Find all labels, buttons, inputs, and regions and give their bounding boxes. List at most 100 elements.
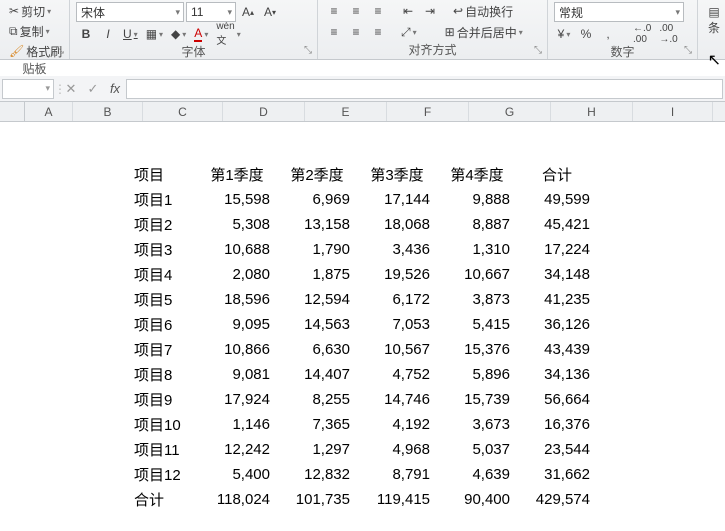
copy-button[interactable]: ⧉ 复制 ▾ — [6, 22, 66, 40]
align-top-button[interactable]: ≡ — [324, 2, 344, 20]
data-cell[interactable]: 1,875 — [280, 262, 360, 287]
column-header[interactable]: G — [469, 102, 551, 121]
font-name-select[interactable]: 宋体 — [76, 2, 184, 22]
data-cell[interactable]: 41,235 — [520, 287, 600, 312]
row-label-cell[interactable]: 项目4 — [130, 262, 200, 287]
wrap-text-button[interactable]: ↩自动换行 — [450, 2, 516, 20]
data-cell[interactable]: 45,421 — [520, 212, 600, 237]
row-label-cell[interactable]: 项目9 — [130, 387, 200, 412]
align-middle-button[interactable]: ≡ — [346, 2, 366, 20]
data-cell[interactable]: 3,436 — [360, 237, 440, 262]
data-cell[interactable]: 23,544 — [520, 437, 600, 462]
row-label-cell[interactable]: 项目6 — [130, 312, 200, 337]
increase-indent-button[interactable]: ⇥ — [420, 2, 440, 20]
column-header[interactable]: E — [305, 102, 387, 121]
data-cell[interactable]: 17,924 — [200, 387, 280, 412]
worksheet-grid[interactable]: 项目第1季度第2季度第3季度第4季度合计项目115,5986,96917,144… — [0, 122, 725, 531]
decrease-font-button[interactable]: A▾ — [260, 3, 280, 21]
currency-button[interactable]: ¥▾ — [554, 25, 574, 43]
row-label-cell[interactable]: 项目2 — [130, 212, 200, 237]
row-label-cell[interactable]: 项目5 — [130, 287, 200, 312]
data-cell[interactable]: 3,873 — [440, 287, 520, 312]
phonetic-button[interactable]: wén文▾ — [213, 25, 243, 43]
data-cell[interactable]: 10,688 — [200, 237, 280, 262]
data-cell[interactable]: 118,024 — [200, 487, 280, 512]
row-label-cell[interactable]: 项目1 — [130, 187, 200, 212]
row-label-cell[interactable]: 项目3 — [130, 237, 200, 262]
data-cell[interactable]: 16,376 — [520, 412, 600, 437]
data-cell[interactable]: 429,574 — [520, 487, 600, 512]
dialog-launcher-icon[interactable]: ⤡ — [54, 44, 66, 56]
data-cell[interactable]: 31,662 — [520, 462, 600, 487]
underline-button[interactable]: U▾ — [120, 25, 141, 43]
data-cell[interactable]: 17,144 — [360, 187, 440, 212]
data-cell[interactable]: 12,832 — [280, 462, 360, 487]
comma-button[interactable]: , — [598, 25, 618, 43]
row-label-cell[interactable]: 项目10 — [130, 412, 200, 437]
data-cell[interactable]: 5,400 — [200, 462, 280, 487]
data-cell[interactable]: 1,310 — [440, 237, 520, 262]
data-cell[interactable]: 15,739 — [440, 387, 520, 412]
data-cell[interactable]: 10,667 — [440, 262, 520, 287]
data-cell[interactable]: 56,664 — [520, 387, 600, 412]
align-center-button[interactable]: ≡ — [346, 23, 366, 41]
data-cell[interactable]: 36,126 — [520, 312, 600, 337]
data-cell[interactable]: 14,746 — [360, 387, 440, 412]
column-header[interactable]: B — [73, 102, 143, 121]
merge-center-button[interactable]: ⊞合并后居中▾ — [442, 23, 526, 41]
accept-formula-button[interactable]: ✓ — [82, 79, 104, 99]
fx-button[interactable]: fx — [104, 79, 126, 99]
data-cell[interactable]: 9,888 — [440, 187, 520, 212]
cancel-formula-button[interactable]: ✕ — [60, 79, 82, 99]
column-header[interactable]: I — [633, 102, 713, 121]
percent-button[interactable]: % — [576, 25, 596, 43]
data-cell[interactable]: 43,439 — [520, 337, 600, 362]
dialog-launcher-icon[interactable]: ⤡ — [532, 44, 544, 56]
select-all-corner[interactable] — [0, 102, 25, 121]
column-header[interactable]: D — [223, 102, 305, 121]
font-size-select[interactable]: 11 — [186, 2, 236, 22]
data-cell[interactable]: 9,081 — [200, 362, 280, 387]
data-cell[interactable]: 5,896 — [440, 362, 520, 387]
data-cell[interactable]: 12,242 — [200, 437, 280, 462]
data-cell[interactable]: 12,594 — [280, 287, 360, 312]
cut-button[interactable]: ✂ 剪切 ▾ — [6, 2, 66, 20]
data-cell[interactable]: 1,146 — [200, 412, 280, 437]
data-cell[interactable]: 8,887 — [440, 212, 520, 237]
row-label-cell[interactable]: 项目7 — [130, 337, 200, 362]
data-cell[interactable]: 6,630 — [280, 337, 360, 362]
data-cell[interactable]: 90,400 — [440, 487, 520, 512]
align-left-button[interactable]: ≡ — [324, 23, 344, 41]
formula-input[interactable] — [126, 79, 723, 99]
dialog-launcher-icon[interactable]: ⤡ — [302, 44, 314, 56]
data-cell[interactable]: 1,790 — [280, 237, 360, 262]
data-cell[interactable]: 14,407 — [280, 362, 360, 387]
column-header[interactable]: A — [25, 102, 73, 121]
increase-decimal-button[interactable]: ←.0.00 — [630, 25, 654, 43]
name-box[interactable] — [2, 79, 54, 99]
table-header-cell[interactable]: 第1季度 — [200, 162, 280, 187]
data-cell[interactable]: 9,095 — [200, 312, 280, 337]
data-cell[interactable]: 17,224 — [520, 237, 600, 262]
dialog-launcher-icon[interactable]: ⤡ — [682, 44, 694, 56]
data-cell[interactable]: 7,365 — [280, 412, 360, 437]
column-header[interactable]: H — [551, 102, 633, 121]
data-cell[interactable]: 7,053 — [360, 312, 440, 337]
data-cell[interactable]: 14,563 — [280, 312, 360, 337]
borders-button[interactable]: ▦▾ — [143, 25, 166, 43]
data-cell[interactable]: 4,752 — [360, 362, 440, 387]
decrease-decimal-button[interactable]: .00→.0 — [656, 25, 680, 43]
align-bottom-button[interactable]: ≡ — [368, 2, 388, 20]
data-cell[interactable]: 1,297 — [280, 437, 360, 462]
column-header[interactable]: F — [387, 102, 469, 121]
data-cell[interactable]: 18,068 — [360, 212, 440, 237]
table-header-cell[interactable]: 第2季度 — [280, 162, 360, 187]
data-cell[interactable]: 6,969 — [280, 187, 360, 212]
data-cell[interactable]: 10,567 — [360, 337, 440, 362]
data-cell[interactable]: 4,968 — [360, 437, 440, 462]
italic-button[interactable]: I — [98, 25, 118, 43]
data-cell[interactable]: 34,136 — [520, 362, 600, 387]
table-header-cell[interactable]: 第3季度 — [360, 162, 440, 187]
align-right-button[interactable]: ≡ — [368, 23, 388, 41]
number-format-select[interactable]: 常规 — [554, 2, 684, 22]
